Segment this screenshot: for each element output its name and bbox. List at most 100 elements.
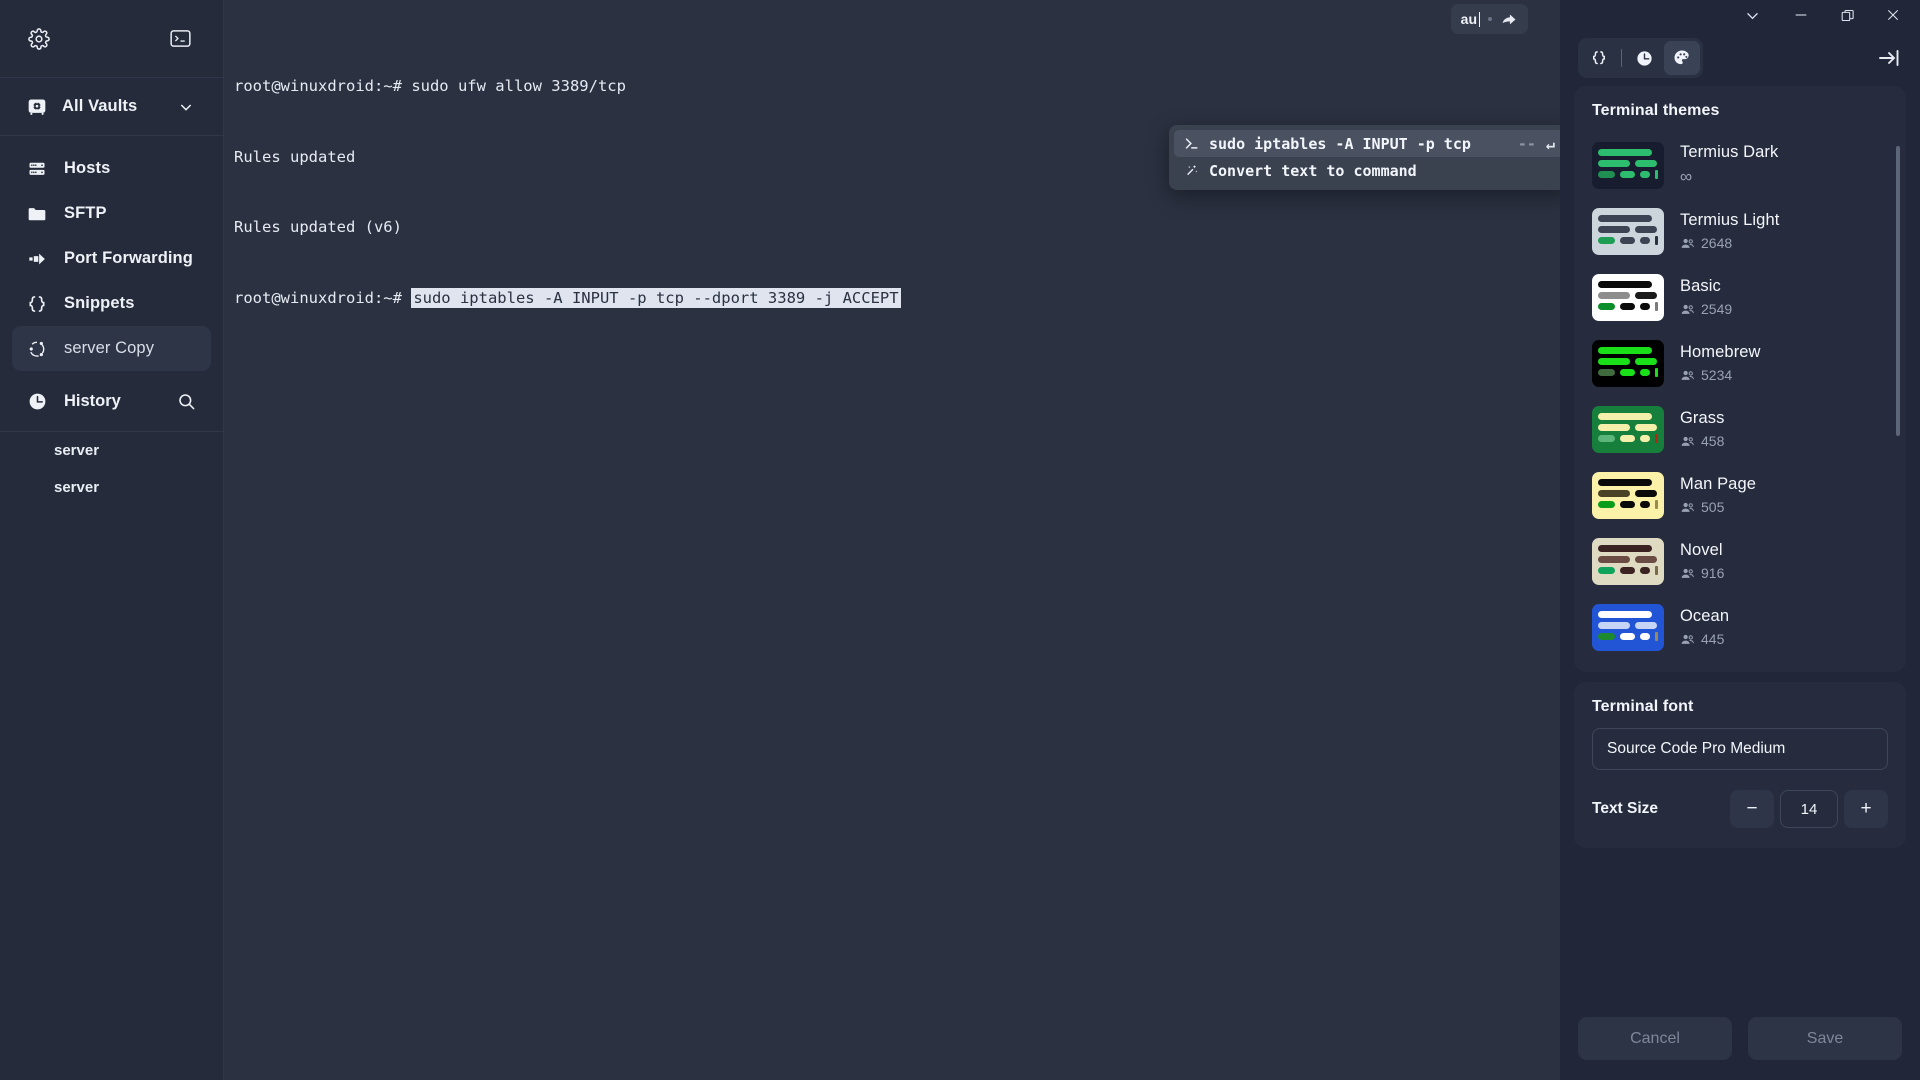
theme-row[interactable]: Ocean 445 (1574, 594, 1906, 660)
window-titlebar (1560, 0, 1920, 30)
sidebar-history-header[interactable]: History (0, 377, 223, 425)
theme-name: Man Page (1680, 475, 1757, 493)
sidebar-nav: Hosts SFTP Port Forwarding Snippets serv… (0, 136, 223, 371)
terminal-icon[interactable] (167, 26, 193, 52)
vault-label: All Vaults (62, 97, 138, 115)
save-button[interactable]: Save (1748, 1017, 1902, 1060)
history-list-item[interactable]: server (0, 432, 223, 469)
terminal-text: Rules updated (234, 147, 356, 166)
terminal-line-active: root@winuxdroid:~# sudo iptables -A INPU… (234, 287, 1560, 311)
terminal-text: Rules updated (v6) (234, 218, 402, 236)
theme-usage-count: 445 (1680, 631, 1729, 647)
theme-count-label: 916 (1701, 565, 1725, 581)
chevron-down-icon[interactable] (1726, 0, 1778, 30)
people-icon (1680, 500, 1695, 515)
people-icon (1680, 434, 1695, 449)
clock-icon[interactable] (1626, 41, 1662, 75)
themes-scrollbar-thumb[interactable] (1896, 146, 1900, 436)
theme-meta: Man Page 505 (1680, 475, 1756, 515)
history-item-label: server (54, 442, 100, 459)
terminal-text: sudo ufw allow 3389/tcp (411, 77, 626, 95)
sidebar-item-label: Port Forwarding (64, 249, 193, 267)
theme-row[interactable]: Basic 2549 (1574, 264, 1906, 330)
decrease-text-size-button[interactable]: − (1730, 790, 1774, 828)
vault-icon (26, 96, 48, 118)
close-icon[interactable] (1870, 0, 1916, 30)
sidebar-item-snippets[interactable]: Snippets (0, 281, 223, 326)
restore-icon[interactable] (1824, 0, 1870, 30)
sidebar-item-sftp[interactable]: SFTP (0, 191, 223, 236)
theme-row[interactable]: Homebrew 5234 (1574, 330, 1906, 396)
palette-icon[interactable] (1664, 41, 1700, 75)
search-icon[interactable] (175, 390, 197, 412)
theme-name: Novel (1680, 541, 1723, 559)
theme-name: Termius Light (1680, 211, 1780, 229)
terminal-line: Rules updated (v6) (234, 216, 1560, 240)
theme-row[interactable]: Man Page 505 (1574, 462, 1906, 528)
autocomplete-row-convert[interactable]: Convert text to command (1174, 157, 1564, 184)
theme-row[interactable]: Grass 458 (1574, 396, 1906, 462)
font-family-select[interactable]: Source Code Pro Medium (1592, 728, 1888, 770)
autocomplete-row-command[interactable]: sudo iptables -A INPUT -p tcp -- ↵ (1174, 130, 1564, 157)
theme-swatch (1592, 207, 1664, 255)
text-size-value[interactable]: 14 (1780, 790, 1838, 828)
theme-usage-count: ∞ (1680, 167, 1778, 187)
sidebar-top-bar (0, 0, 223, 78)
theme-meta: Basic 2549 (1680, 277, 1732, 317)
terminal-selected-command[interactable]: sudo iptables -A INPUT -p tcp --dport 33… (411, 287, 901, 308)
gear-icon[interactable] (26, 26, 52, 52)
increase-text-size-button[interactable]: + (1844, 790, 1888, 828)
braces-icon[interactable] (1581, 41, 1617, 75)
theme-count-label: 505 (1701, 499, 1725, 515)
sidebar-item-hosts[interactable]: Hosts (0, 146, 223, 191)
theme-row[interactable]: Termius Dark ∞ (1574, 132, 1906, 198)
theme-swatch (1592, 141, 1664, 189)
theme-swatch (1592, 603, 1664, 651)
sidebar-item-server-copy[interactable]: server Copy (12, 326, 211, 371)
toolbar-separator (1621, 49, 1622, 67)
vault-selector[interactable]: All Vaults (0, 78, 223, 136)
left-sidebar: All Vaults Hosts SFTP Port Forwarding Sn… (0, 0, 224, 1080)
history-item-label: server (54, 479, 100, 496)
terminal-search-chip[interactable]: au (1450, 4, 1528, 34)
cancel-button[interactable]: Cancel (1578, 1017, 1732, 1060)
ubuntu-icon (26, 338, 48, 360)
prompt-icon (1183, 136, 1199, 151)
enter-key-icon: ↵ (1545, 134, 1555, 153)
termius-window: All Vaults Hosts SFTP Port Forwarding Sn… (0, 0, 1920, 1080)
sidebar-item-port-forwarding[interactable]: Port Forwarding (0, 236, 223, 281)
terminal-font-card: Terminal font Source Code Pro Medium Tex… (1574, 682, 1906, 848)
terminal-themes-title: Terminal themes (1592, 102, 1720, 119)
autocomplete-command-dim: -- (1517, 134, 1536, 153)
terminal-prompt: root@winuxdroid:~# (234, 288, 412, 307)
share-icon[interactable] (1500, 10, 1518, 28)
text-cursor (1479, 11, 1480, 27)
history-list-item[interactable]: server (0, 469, 223, 506)
minimize-icon[interactable] (1778, 0, 1824, 30)
history-label: History (64, 391, 121, 410)
theme-meta: Homebrew 5234 (1680, 343, 1761, 383)
terminal-themes-card: Terminal themes Termius Dark ∞ Termius Lig… (1574, 86, 1906, 672)
theme-name: Basic (1680, 277, 1721, 295)
sidebar-item-label: SFTP (64, 204, 107, 222)
terminal-panel[interactable]: au root@winuxdroid:~# sudo ufw allow 338… (224, 0, 1569, 1080)
separator-dot (1488, 17, 1492, 21)
terminal-themes-list[interactable]: Termius Dark ∞ Termius Light 2648 Basic 2549 H… (1574, 132, 1906, 672)
theme-usage-count: 2648 (1680, 235, 1779, 251)
autocomplete-popup[interactable]: sudo iptables -A INPUT -p tcp -- ↵ Conve… (1169, 125, 1569, 190)
terminal-line: root@winuxdroid:~# sudo ufw allow 3389/t… (234, 75, 1560, 99)
theme-meta: Termius Dark ∞ (1680, 143, 1778, 187)
theme-name: Termius Dark (1680, 143, 1779, 161)
theme-name: Ocean (1680, 607, 1730, 625)
chevron-down-icon[interactable] (175, 96, 197, 118)
clock-icon (26, 390, 48, 412)
people-icon (1680, 566, 1695, 581)
people-icon (1680, 632, 1695, 647)
collapse-right-icon[interactable] (1874, 43, 1904, 73)
theme-row[interactable]: Termius Light 2648 (1574, 198, 1906, 264)
theme-count-label: 458 (1701, 433, 1725, 449)
theme-row[interactable]: Novel 916 (1574, 528, 1906, 594)
theme-swatch (1592, 339, 1664, 387)
theme-meta: Novel 916 (1680, 541, 1724, 581)
theme-count-label: 2648 (1701, 235, 1733, 251)
